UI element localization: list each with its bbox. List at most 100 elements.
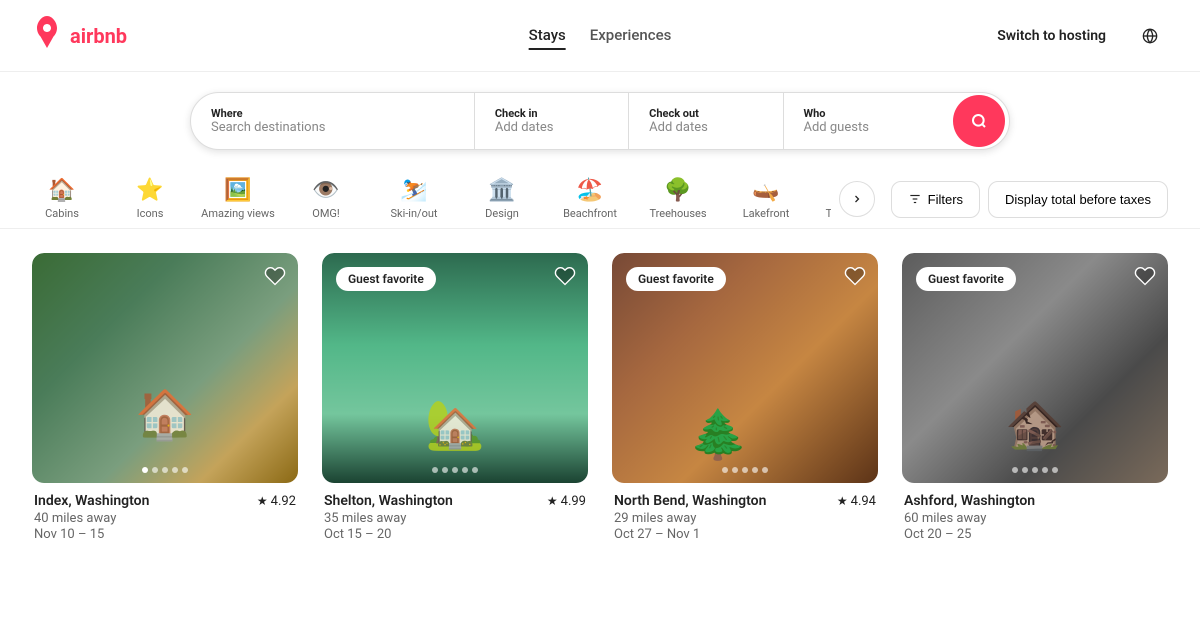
heart-icon (554, 265, 576, 287)
airbnb-logo-icon (32, 16, 62, 55)
category-item-treehouses[interactable]: 🌳 Treehouses (648, 174, 708, 224)
search-button[interactable] (953, 95, 1005, 147)
dot-3 (752, 467, 758, 473)
checkin-value: Add dates (495, 120, 608, 135)
design-icon: 🏛️ (488, 178, 515, 203)
globe-button[interactable] (1132, 18, 1168, 54)
category-item-design[interactable]: 🏛️ Design (472, 174, 532, 224)
image-dots-4 (1012, 467, 1058, 473)
heart-icon (844, 265, 866, 287)
checkout-label: Check out (649, 107, 762, 120)
where-label: Where (211, 107, 454, 120)
listing-distance-2: 35 miles away (324, 511, 586, 526)
star-icon: ★ (547, 494, 558, 508)
dot-2 (742, 467, 748, 473)
heart-icon (1134, 265, 1156, 287)
checkout-value: Add dates (649, 120, 762, 135)
display-total-button[interactable]: Display total before taxes (988, 181, 1168, 218)
star-icon: ★ (257, 494, 268, 508)
nav-experiences[interactable]: Experiences (590, 22, 672, 50)
cabins-label: Cabins (45, 207, 79, 220)
listing-distance-3: 29 miles away (614, 511, 876, 526)
category-item-amazing-views[interactable]: 🖼️ Amazing views (208, 174, 268, 224)
wishlist-button-2[interactable] (554, 265, 576, 292)
star-icon: ★ (837, 494, 848, 508)
listing-card-3[interactable]: Guest favorite North Bend, Washington ★4… (612, 253, 878, 542)
treehouses-icon: 🌳 (664, 178, 691, 203)
checkout-field[interactable]: Check out Add dates (629, 93, 783, 149)
checkin-field[interactable]: Check in Add dates (475, 93, 629, 149)
tiny-homes-label: Tiny homes (826, 207, 831, 220)
amazing-views-label: Amazing views (201, 207, 275, 220)
dot-1 (1022, 467, 1028, 473)
dot-0 (142, 467, 148, 473)
chevron-right-icon (851, 193, 863, 205)
listing-card-2[interactable]: Guest favorite Shelton, Washington ★4.99… (322, 253, 588, 542)
icons-label: Icons (137, 207, 164, 220)
dot-4 (1052, 467, 1058, 473)
category-item-ski-in-out[interactable]: ⛷️ Ski-in/out (384, 174, 444, 224)
lakefront-label: Lakefront (743, 207, 790, 220)
switch-hosting-button[interactable]: Switch to hosting (983, 20, 1120, 52)
rating-value: 4.94 (851, 494, 876, 509)
where-field[interactable]: Where Search destinations (191, 93, 475, 149)
image-dots-1 (142, 467, 188, 473)
dot-1 (152, 467, 158, 473)
dot-3 (462, 467, 468, 473)
wishlist-button-4[interactable] (1134, 265, 1156, 292)
filters-button[interactable]: Filters (891, 181, 980, 218)
listing-dates-1: Nov 10 – 15 (34, 527, 296, 542)
listing-rating-1: ★4.92 (257, 494, 296, 509)
category-item-icons[interactable]: ⭐ Icons (120, 174, 180, 224)
listing-info-2: Shelton, Washington ★4.99 35 miles away … (322, 483, 588, 542)
listing-card-4[interactable]: Guest favorite Ashford, Washington 60 mi… (902, 253, 1168, 542)
listing-card-1[interactable]: Index, Washington ★4.92 40 miles away No… (32, 253, 298, 542)
dot-0 (1012, 467, 1018, 473)
listing-location-3: North Bend, Washington (614, 493, 766, 509)
display-label: Display total before taxes (1005, 192, 1151, 207)
header: airbnb Stays Experiences Switch to hosti… (0, 0, 1200, 72)
guest-favorite-badge: Guest favorite (626, 267, 726, 291)
listing-location-4: Ashford, Washington (904, 493, 1035, 509)
who-value: Add guests (804, 120, 934, 135)
listing-info-1: Index, Washington ★4.92 40 miles away No… (32, 483, 298, 542)
guest-favorite-badge: Guest favorite (336, 267, 436, 291)
category-item-omg[interactable]: 👁️ OMG! (296, 174, 356, 224)
category-item-lakefront[interactable]: 🛶 Lakefront (736, 174, 796, 224)
rating-value: 4.99 (561, 494, 586, 509)
ski-in-out-icon: ⛷️ (400, 178, 427, 203)
dot-4 (182, 467, 188, 473)
category-next-button[interactable] (839, 181, 875, 217)
header-right: Switch to hosting (983, 18, 1168, 54)
listing-distance-4: 60 miles away (904, 511, 1166, 526)
dot-1 (732, 467, 738, 473)
search-icon (971, 113, 987, 129)
logo-text: airbnb (70, 24, 127, 48)
category-item-cabins[interactable]: 🏠 Cabins (32, 174, 92, 224)
globe-icon (1142, 28, 1158, 44)
who-field[interactable]: Who Add guests (784, 93, 954, 149)
search-bar: Where Search destinations Check in Add d… (190, 92, 1010, 150)
listing-info-4: Ashford, Washington 60 miles away Oct 20… (902, 483, 1168, 542)
wishlist-button-3[interactable] (844, 265, 866, 292)
category-item-tiny-homes[interactable]: 🏡 Tiny homes (824, 174, 831, 224)
category-bar: 🏠 Cabins ⭐ Icons 🖼️ Amazing views 👁️ OMG… (0, 162, 1200, 229)
checkin-label: Check in (495, 107, 608, 120)
listing-location-row: Index, Washington ★4.92 (34, 493, 296, 509)
ski-in-out-label: Ski-in/out (390, 207, 437, 220)
rating-value: 4.92 (271, 494, 296, 509)
listing-image-1 (32, 253, 298, 483)
icons-icon: ⭐ (136, 178, 163, 203)
listing-rating-3: ★4.94 (837, 494, 876, 509)
nav-stays[interactable]: Stays (529, 22, 566, 50)
listing-info-3: North Bend, Washington ★4.94 29 miles aw… (612, 483, 878, 542)
omg-label: OMG! (312, 207, 340, 220)
dot-3 (1042, 467, 1048, 473)
category-item-beachfront[interactable]: 🏖️ Beachfront (560, 174, 620, 224)
where-value: Search destinations (211, 120, 454, 135)
search-container: Where Search destinations Check in Add d… (0, 72, 1200, 162)
image-dots-2 (432, 467, 478, 473)
listing-location-row: Shelton, Washington ★4.99 (324, 493, 586, 509)
wishlist-button-1[interactable] (264, 265, 286, 292)
logo[interactable]: airbnb (32, 16, 127, 55)
